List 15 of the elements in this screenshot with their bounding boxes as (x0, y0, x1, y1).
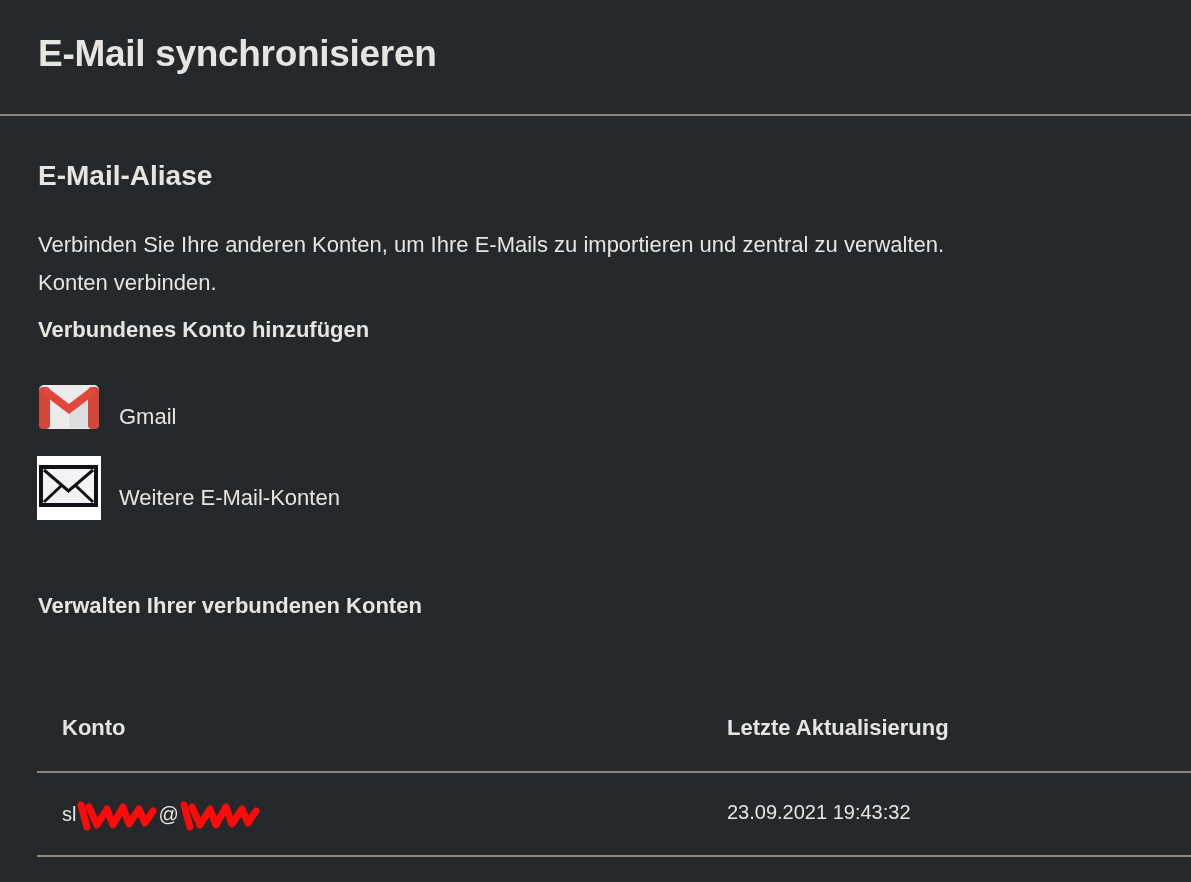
account-text: @ (158, 802, 179, 827)
table-cell-text: 23.09.2021 19:43:32 (726, 800, 912, 825)
subsection-heading: Verwalten Ihrer verbundenen Konten (38, 592, 422, 620)
envelope-icon[interactable] (37, 456, 101, 520)
account-text: sl (62, 802, 77, 827)
description-text: Konten verbinden. (38, 269, 217, 297)
subsection-heading: Verbundenes Konto hinzufügen (38, 316, 370, 344)
section-heading: E-Mail-Aliase (38, 159, 213, 193)
provider-link[interactable]: Gmail (119, 402, 177, 432)
column-header: Konto (61, 714, 127, 742)
m-envelope-icon[interactable] (38, 384, 100, 430)
provider-link[interactable]: Weitere E-Mail-Konten (119, 483, 340, 513)
column-header: Letzte Aktualisierung (726, 714, 950, 742)
description-text: Verbinden Sie Ihre anderen Konten, um Ihre E-Mails zu importieren und zentral zu verwalten. (38, 231, 945, 259)
page-title: E-Mail synchronisieren (38, 31, 437, 76)
